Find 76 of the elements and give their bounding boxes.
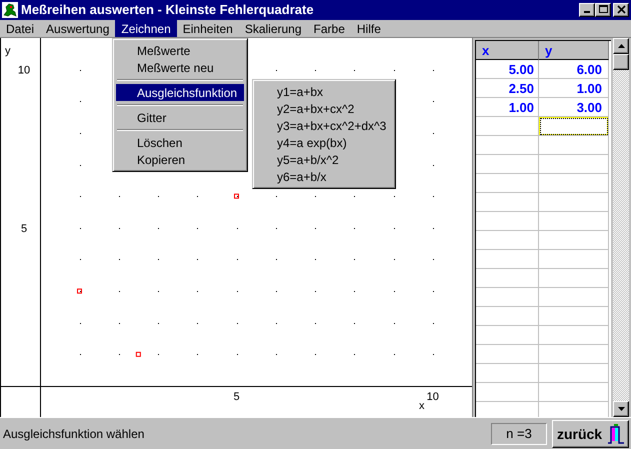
x-tick-label: 5 <box>233 391 240 404</box>
up-arrow-icon[interactable] <box>618 44 624 48</box>
table-cell[interactable] <box>539 250 609 270</box>
table-cell[interactable] <box>539 155 609 174</box>
menu-item[interactable]: Farbe <box>308 20 351 38</box>
count-field: n =3 <box>491 422 547 445</box>
table-cell[interactable] <box>476 250 539 270</box>
scrollbar-thumb[interactable] <box>613 54 629 70</box>
table-cell[interactable] <box>539 231 609 250</box>
menu-entry[interactable]: Löschen <box>116 134 244 151</box>
scrollbar[interactable] <box>613 38 629 418</box>
column-header[interactable]: x <box>476 41 539 60</box>
table-cell[interactable] <box>539 174 609 194</box>
table-cell[interactable]: 1.00 <box>476 98 539 118</box>
down-arrow-icon[interactable] <box>618 407 624 412</box>
close-icon <box>616 5 626 14</box>
table-cell[interactable] <box>539 345 609 364</box>
table-cell[interactable] <box>539 288 609 308</box>
table-cell[interactable] <box>476 288 539 308</box>
table-cell[interactable]: 2.50 <box>476 79 539 98</box>
table-cell[interactable]: 5.00 <box>476 60 539 80</box>
table-cell[interactable] <box>476 364 539 384</box>
table-cell[interactable] <box>476 307 539 326</box>
table-cell[interactable] <box>539 136 609 156</box>
submenu-item[interactable]: y5=a+b/x^2 <box>256 151 392 168</box>
menu-entry[interactable]: Gitter <box>116 109 244 126</box>
table-cell[interactable] <box>539 117 609 136</box>
menu-entry[interactable]: Ausgleichsfunktion <box>116 84 244 101</box>
table-cell[interactable] <box>476 231 539 250</box>
table-cell[interactable] <box>476 136 539 156</box>
table-cell[interactable] <box>476 383 539 402</box>
submenu-item[interactable]: y4=a exp(bx) <box>256 134 392 151</box>
menu-entry[interactable]: Meßwerte neu <box>116 59 244 76</box>
close-button[interactable] <box>613 2 629 17</box>
table-cell[interactable] <box>476 269 539 288</box>
back-button[interactable]: zurück <box>552 420 629 448</box>
table-cell[interactable] <box>476 174 539 194</box>
table-cell[interactable] <box>476 193 539 212</box>
window-title: Meßreihen auswerten - Kleinste Fehlerquadrate <box>21 2 315 18</box>
table-cell[interactable] <box>539 364 609 384</box>
table-cell[interactable] <box>476 345 539 364</box>
table-cell[interactable]: 1.00 <box>539 79 609 98</box>
menu-item[interactable]: Hilfe <box>350 20 387 38</box>
table-cell[interactable]: 6.00 <box>539 60 609 80</box>
table-cell[interactable] <box>476 212 539 232</box>
bar-chart-icon <box>608 424 624 444</box>
table-cell[interactable] <box>539 383 609 402</box>
submenu-item[interactable]: y1=a+bx <box>256 83 392 100</box>
submenu-item[interactable]: y2=a+bx+cx^2 <box>256 100 392 117</box>
minimize-button[interactable] <box>579 2 595 17</box>
submenu-item[interactable]: y6=a+b/x <box>256 168 392 185</box>
table-cell[interactable] <box>476 155 539 174</box>
submenu-item[interactable]: y3=a+bx+cx^2+dx^3 <box>256 117 392 134</box>
y-tick-label: 5 <box>20 223 28 236</box>
menu-entry[interactable]: Meßwerte <box>116 42 244 59</box>
y-axis-label: y <box>5 45 10 58</box>
table-cell[interactable] <box>539 212 609 232</box>
menu-item[interactable]: Zeichnen <box>115 20 177 38</box>
maximize-button[interactable] <box>595 2 611 17</box>
lizard-icon <box>2 2 18 18</box>
menu-item[interactable]: Einheiten <box>176 20 239 38</box>
x-tick-label: 10 <box>426 391 439 404</box>
table-cell[interactable] <box>539 307 609 326</box>
menu-item[interactable]: Skalierung <box>238 20 308 38</box>
table-cell[interactable] <box>539 193 609 212</box>
maximize-icon <box>598 5 608 14</box>
menu-entry[interactable]: Kopieren <box>116 151 244 168</box>
y-tick-label: 10 <box>18 65 30 78</box>
x-axis-label: x <box>419 400 424 412</box>
status-message: Ausgleichsfunktion wählen <box>3 426 146 441</box>
menu-item[interactable]: Auswertung <box>40 20 116 38</box>
table-cell[interactable] <box>476 326 539 346</box>
menu-item[interactable]: Datei <box>0 20 40 38</box>
table-cell[interactable] <box>539 326 609 346</box>
table-cell[interactable] <box>539 269 609 288</box>
column-header[interactable]: y <box>539 41 609 60</box>
